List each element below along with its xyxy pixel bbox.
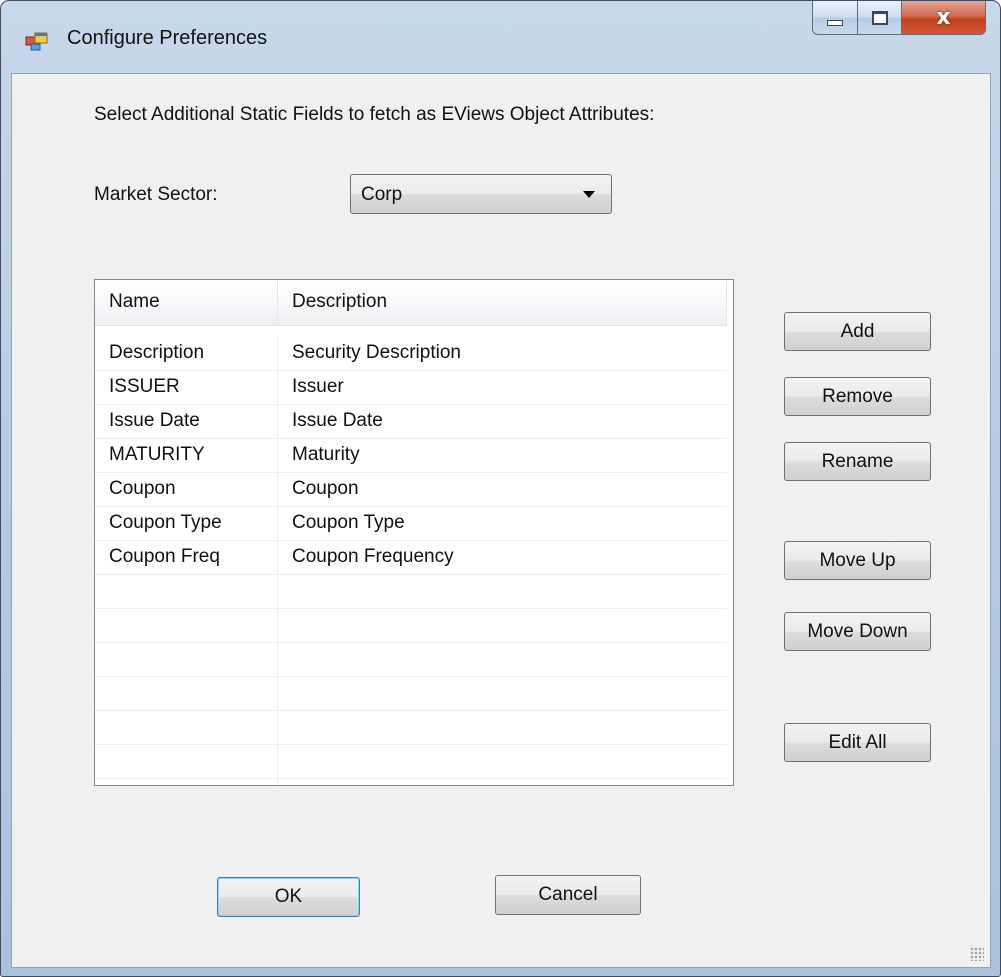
- maximize-button[interactable]: [858, 1, 902, 35]
- list-item[interactable]: [95, 711, 727, 745]
- list-item-description: Issue Date: [292, 410, 383, 431]
- list-rows: Description Security Description ISSUER Iss…: [95, 337, 727, 785]
- list-item-description: [278, 643, 727, 676]
- list-item[interactable]: [95, 575, 727, 609]
- list-item-description: [278, 711, 727, 744]
- list-item-name: [95, 643, 278, 676]
- list-item-description: Maturity: [292, 444, 360, 465]
- edit-all-button[interactable]: Edit All: [784, 723, 931, 762]
- list-item-description: Security Description: [292, 342, 461, 363]
- move-up-button[interactable]: Move Up: [784, 541, 931, 580]
- move-down-button[interactable]: Move Down: [784, 612, 931, 651]
- list-item[interactable]: Coupon Freq Coupon Frequency: [95, 541, 727, 575]
- list-item[interactable]: MATURITY Maturity: [95, 439, 727, 473]
- list-item[interactable]: Issue Date Issue Date: [95, 405, 727, 439]
- list-item-description: [278, 745, 727, 778]
- list-item-name: Coupon Type: [95, 507, 278, 540]
- list-item[interactable]: Coupon Type Coupon Type: [95, 507, 727, 541]
- list-item-description: Coupon: [292, 478, 359, 499]
- list-item-description: Coupon Type: [292, 512, 405, 533]
- list-item-name: Coupon: [95, 473, 278, 506]
- app-window-icon: [25, 30, 49, 52]
- remove-button[interactable]: Remove: [784, 377, 931, 416]
- list-item-name: Coupon Freq: [95, 541, 278, 574]
- column-header-description[interactable]: Description: [278, 280, 727, 325]
- list-item-name: [95, 575, 278, 608]
- list-item-name: [95, 711, 278, 744]
- minimize-button[interactable]: [812, 1, 858, 35]
- configure-preferences-window: Configure Preferences x Select Additiona…: [0, 0, 1001, 977]
- list-item-name: Issue Date: [95, 405, 278, 438]
- rename-button[interactable]: Rename: [784, 442, 931, 481]
- title-bar[interactable]: Configure Preferences x: [1, 1, 1000, 73]
- list-item-description: Issuer: [292, 376, 344, 397]
- list-item[interactable]: [95, 643, 727, 677]
- list-item[interactable]: Coupon Coupon: [95, 473, 727, 507]
- close-icon: x: [936, 5, 951, 30]
- list-item-name: Description: [95, 337, 278, 370]
- list-item[interactable]: [95, 677, 727, 711]
- list-item-description: [278, 779, 727, 785]
- list-item[interactable]: Description Security Description: [95, 337, 727, 371]
- market-sector-label: Market Sector:: [94, 184, 218, 205]
- list-item[interactable]: ISSUER Issuer: [95, 371, 727, 405]
- list-item[interactable]: [95, 609, 727, 643]
- list-item-name: MATURITY: [95, 439, 278, 472]
- list-item-description: Coupon Frequency: [292, 546, 454, 567]
- list-item-name: [95, 677, 278, 710]
- list-item-name: [95, 779, 278, 785]
- list-item-description: [278, 575, 727, 608]
- list-item-description: [278, 677, 727, 710]
- window-title: Configure Preferences: [67, 27, 268, 49]
- list-item[interactable]: [95, 745, 727, 779]
- add-button[interactable]: Add: [784, 312, 931, 351]
- ok-button[interactable]: OK: [217, 877, 360, 917]
- list-header: Name Description: [95, 280, 727, 326]
- close-button[interactable]: x: [902, 1, 986, 35]
- resize-grip-icon[interactable]: [970, 947, 984, 961]
- maximize-icon: [871, 10, 888, 25]
- list-item[interactable]: [95, 779, 727, 785]
- caption-buttons: x: [812, 1, 986, 37]
- cancel-button[interactable]: Cancel: [495, 875, 641, 915]
- column-header-name[interactable]: Name: [95, 280, 278, 325]
- instructions-label: Select Additional Static Fields to fetch…: [94, 104, 655, 125]
- list-item-description: [278, 609, 727, 642]
- market-sector-value: Corp: [361, 184, 403, 205]
- list-item-name: [95, 745, 278, 778]
- list-item-name: ISSUER: [95, 371, 278, 404]
- chevron-down-icon: [583, 191, 595, 198]
- static-fields-list[interactable]: Name Description Description Security Des…: [94, 279, 734, 786]
- market-sector-dropdown[interactable]: Corp: [350, 174, 612, 214]
- dialog-client-area: Select Additional Static Fields to fetch…: [11, 73, 991, 968]
- minimize-icon: [827, 19, 843, 26]
- list-item-name: [95, 609, 278, 642]
